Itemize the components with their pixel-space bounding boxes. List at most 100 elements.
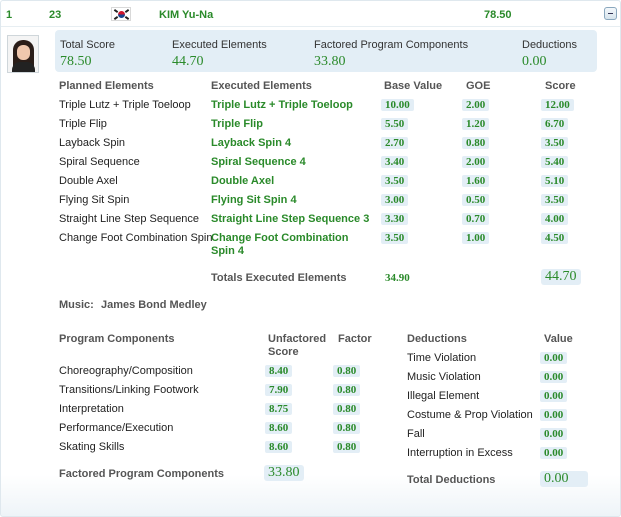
score-card: 1 23 KIM Yu-Na 78.50 Total Score 78.50 E… (0, 0, 621, 517)
base-value: 5.50 (381, 118, 409, 130)
base-value: 3.30 (381, 213, 409, 225)
executed-element: Triple Flip (211, 118, 263, 130)
deductions-header: Deductions (407, 333, 467, 345)
deduction-value: 0.00 (540, 409, 568, 421)
executed-elements-header: Executed Elements (211, 80, 312, 92)
component-name: Transitions/Linking Footwork (59, 384, 199, 396)
goe-value: 0.80 (462, 137, 490, 149)
base-value: 3.00 (381, 194, 409, 206)
goe-header: GOE (466, 80, 491, 92)
goe-value: 2.00 (462, 156, 490, 168)
totals-score: 44.70 (541, 269, 581, 285)
factored-components-total-label: Factored Program Components (59, 468, 225, 480)
music-title: James Bond Medley (101, 299, 207, 311)
executed-element: Spiral Sequence 4 (211, 156, 306, 168)
component-score: 7.90 (265, 384, 293, 396)
planned-element: Straight Line Step Sequence (59, 213, 200, 225)
factored-components-total: 33.80 (264, 465, 304, 481)
athlete-name[interactable]: KIM Yu-Na (159, 9, 213, 21)
base-value: 3.50 (381, 175, 409, 187)
deduction-value: 0.00 (540, 447, 568, 459)
deductions-label: Deductions (522, 39, 578, 51)
executed-element: Layback Spin 4 (211, 137, 292, 149)
athlete-header-row[interactable]: 1 23 KIM Yu-Na 78.50 (1, 1, 620, 27)
base-value: 2.70 (381, 137, 409, 149)
deduction-name: Interruption in Excess (407, 447, 513, 459)
executed-element: Flying Sit Spin 4 (211, 194, 297, 206)
total-score-label: Total Score (60, 39, 116, 51)
factored-components-value: 33.80 (314, 54, 346, 69)
element-score: 12.00 (541, 99, 574, 111)
goe-value: 2.00 (462, 99, 490, 111)
base-value: 3.40 (381, 156, 409, 168)
planned-element: Change Foot Combination Spin (59, 232, 213, 244)
goe-value: 1.60 (462, 175, 490, 187)
element-score: 5.40 (541, 156, 569, 168)
total-deductions-value: 0.00 (540, 471, 588, 487)
goe-value: 0.50 (462, 194, 490, 206)
component-name: Choreography/Composition (59, 365, 193, 377)
component-factor: 0.80 (333, 384, 361, 396)
base-value: 10.00 (381, 99, 414, 111)
deduction-name: Fall (407, 428, 425, 440)
collapse-icon[interactable] (604, 7, 617, 20)
component-name: Performance/Execution (59, 422, 174, 434)
goe-value: 0.70 (462, 213, 490, 225)
planned-element: Spiral Sequence (59, 156, 140, 168)
deduction-value: 0.00 (540, 371, 568, 383)
component-name: Interpretation (59, 403, 124, 415)
score-summary-bar: Total Score 78.50 Executed Elements 44.7… (55, 30, 597, 72)
rank: 1 (6, 9, 13, 21)
component-name: Skating Skills (59, 441, 125, 453)
element-score: 3.50 (541, 137, 569, 149)
deduction-name: Costume & Prop Violation (407, 409, 533, 421)
deduction-value-header: Value (544, 333, 573, 345)
unfactored-score-header: Unfactored (268, 333, 327, 345)
component-factor: 0.80 (333, 422, 361, 434)
base-value-header: Base Value (384, 80, 443, 92)
planned-element: Layback Spin (59, 137, 126, 149)
component-score: 8.60 (265, 422, 293, 434)
component-score: 8.75 (265, 403, 293, 415)
component-score: 8.60 (265, 441, 293, 453)
deductions-value: 0.00 (522, 54, 547, 69)
deduction-value: 0.00 (540, 390, 568, 402)
base-value: 3.50 (381, 232, 409, 244)
executed-element: Double Axel (211, 175, 275, 187)
executed-elements-value: 44.70 (172, 54, 204, 69)
deduction-value: 0.00 (540, 352, 568, 364)
factor-header: Factor (338, 333, 372, 345)
header-total-score: 78.50 (484, 9, 512, 21)
element-score: 4.50 (541, 232, 569, 244)
planned-elements-header: Planned Elements (59, 80, 154, 92)
executed-element: Triple Lutz + Triple Toeloop (211, 99, 353, 111)
total-score-value: 78.50 (60, 54, 92, 69)
executed-elements-label: Executed Elements (172, 39, 267, 51)
goe-value: 1.00 (462, 232, 490, 244)
element-score: 3.50 (541, 194, 569, 206)
factored-components-label: Factored Program Components (314, 39, 469, 51)
executed-element: Change Foot Combination (211, 232, 349, 244)
totals-base-value: 34.90 (385, 272, 410, 284)
south-korea-flag-icon (111, 7, 131, 21)
planned-element: Flying Sit Spin (59, 194, 130, 206)
score-header: Score (545, 80, 576, 92)
executed-element-continued: Spin 4 (211, 245, 245, 257)
element-score: 6.70 (541, 118, 569, 130)
start-number: 23 (49, 9, 62, 21)
component-factor: 0.80 (333, 403, 361, 415)
totals-executed-label: Totals Executed Elements (211, 272, 347, 284)
planned-element: Triple Lutz + Triple Toeloop (59, 99, 191, 111)
music-label: Music: (59, 299, 94, 311)
deduction-name: Time Violation (407, 352, 477, 364)
executed-element: Straight Line Step Sequence 3 (211, 213, 370, 225)
component-factor: 0.80 (333, 441, 361, 453)
planned-element: Triple Flip (59, 118, 107, 130)
program-components-header: Program Components (59, 333, 175, 345)
planned-element: Double Axel (59, 175, 118, 187)
unfactored-score-header-line2: Score (268, 346, 299, 358)
total-deductions-label: Total Deductions (407, 474, 496, 486)
deduction-value: 0.00 (540, 428, 568, 440)
deduction-name: Music Violation (407, 371, 481, 383)
element-score: 4.00 (541, 213, 569, 225)
